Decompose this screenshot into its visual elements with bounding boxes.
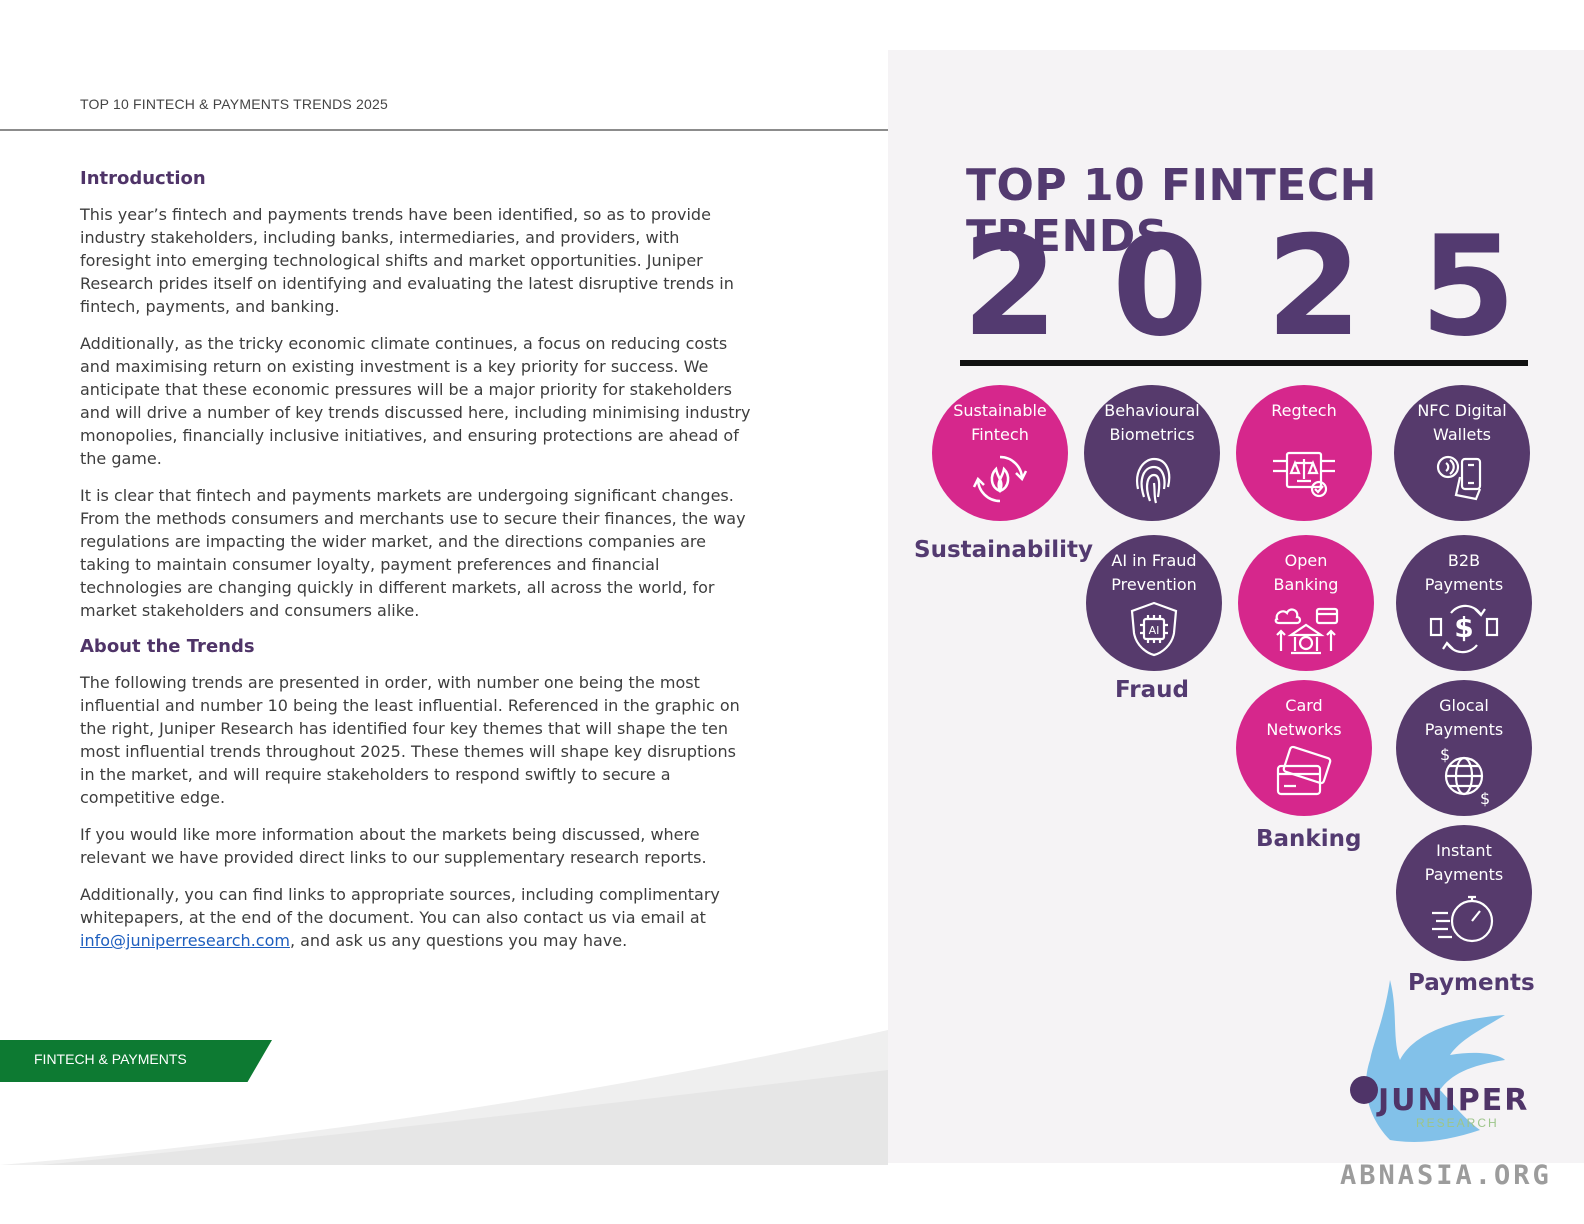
trend-ai-in-fraud-prevention: AI in Fraud Prevention AI <box>1086 535 1222 671</box>
trend-label: Instant Payments <box>1424 841 1504 884</box>
theme-label: Fraud <box>1115 677 1189 703</box>
intro-paragraph-2: Additionally, as the tricky economic cli… <box>80 334 751 468</box>
trend-nfc-digital-wallets: NFC Digital Wallets <box>1394 385 1530 521</box>
trend-card-networks: Card Networks <box>1236 680 1372 816</box>
year-underline <box>960 360 1528 366</box>
about-paragraph-2: If you would like more information about… <box>80 825 707 867</box>
regulation-scale-icon <box>1273 451 1335 498</box>
page-header-title: TOP 10 FINTECH & PAYMENTS TRENDS 2025 <box>80 96 388 112</box>
svg-text:AI: AI <box>1149 624 1160 637</box>
svg-text:$: $ <box>1440 745 1450 764</box>
theme-label: Sustainability <box>914 537 1094 563</box>
decorative-swoosh <box>0 1030 888 1165</box>
about-paragraph-1: The following trends are presented in or… <box>80 673 740 807</box>
trend-label: Behavioural Biometrics <box>1104 401 1200 444</box>
about-paragraph-3-start: Additionally, you can find links to appr… <box>80 885 720 927</box>
about-paragraph-3-end: , and ask us any questions you may have. <box>289 931 628 950</box>
stopwatch-icon <box>1432 895 1494 943</box>
nfc-phone-icon <box>1436 455 1482 501</box>
trend-sustainable-fintech: Sustainable Fintech <box>932 385 1068 521</box>
trend-b2b-payments: B2B Payments $ <box>1396 535 1532 671</box>
b2b-dollar-icon: $ <box>1429 604 1499 654</box>
leaf-recycle-icon <box>972 455 1028 503</box>
globe-dollar-icon: $$ <box>1440 745 1490 808</box>
trend-label: AI in Fraud Prevention <box>1111 551 1197 594</box>
theme-label: Banking <box>1256 826 1362 852</box>
section-tab: FINTECH & PAYMENTS <box>0 1040 272 1082</box>
year-digit: 2 <box>962 206 1059 367</box>
trend-label: Regtech <box>1271 401 1337 420</box>
trend-label: Card Networks <box>1266 696 1342 739</box>
cards-icon <box>1276 745 1332 796</box>
intro-paragraph-3: It is clear that fintech and payments ma… <box>80 486 746 620</box>
about-paragraph-3: Additionally, you can find links to appr… <box>80 883 752 952</box>
trend-label: NFC Digital Wallets <box>1417 401 1507 444</box>
trend-open-banking: Open Banking <box>1238 535 1374 671</box>
year-digit: 2 <box>1266 206 1363 367</box>
trend-label: B2B Payments <box>1424 551 1504 594</box>
logo-subtext: RESEARCH <box>1416 1116 1499 1130</box>
trend-behavioural-biometrics: Behavioural Biometrics <box>1084 385 1220 521</box>
trend-label: Glocal Payments <box>1424 696 1504 739</box>
svg-text:$: $ <box>1454 611 1473 644</box>
watermark: ABNASIA.ORG <box>1340 1160 1552 1191</box>
trend-glocal-payments: Glocal Payments $ $ <box>1396 680 1532 816</box>
intro-heading: Introduction <box>80 168 206 189</box>
trend-regtech: Regtech <box>1236 385 1372 521</box>
trend-label: Open Banking <box>1273 551 1339 594</box>
year-digit: 0 <box>1112 206 1209 367</box>
svg-text:$: $ <box>1480 789 1490 808</box>
open-banking-icon <box>1274 607 1339 655</box>
ai-shield-icon: AI <box>1130 601 1178 657</box>
about-heading: About the Trends <box>80 636 255 657</box>
header-divider <box>0 129 888 131</box>
trend-label: Sustainable Fintech <box>953 401 1047 444</box>
main-content: Introduction This year’s fintech and pay… <box>80 168 752 966</box>
trend-instant-payments: Instant Payments <box>1396 825 1532 961</box>
year-digit: 5 <box>1420 206 1517 367</box>
logo-wordmark: JUNIPER <box>1378 1083 1530 1118</box>
email-link[interactable]: info@juniperresearch.com <box>80 931 290 950</box>
intro-paragraph-1: This year’s fintech and payments trends … <box>80 205 734 316</box>
fingerprint-icon <box>1136 457 1171 504</box>
